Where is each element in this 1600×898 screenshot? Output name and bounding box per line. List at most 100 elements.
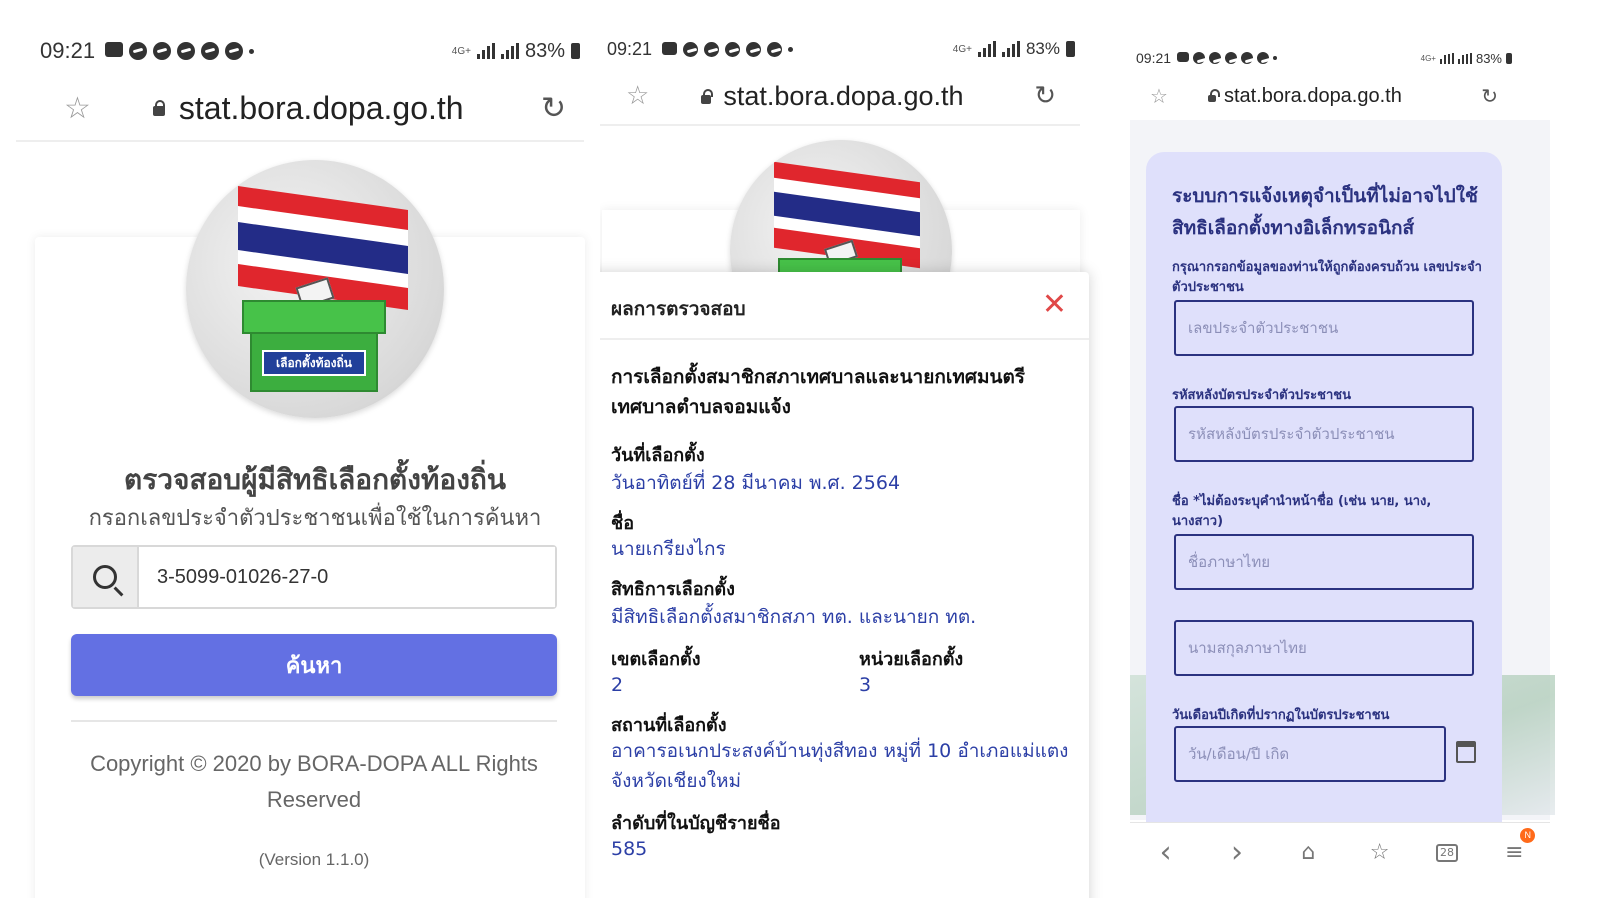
id-label: กรุณากรอกข้อมูลของท่านให้ถูกต้องครบถ้วน … <box>1172 260 1482 295</box>
messenger-icon <box>1209 52 1222 64</box>
version-text: (Version 1.1.0) <box>258 850 370 869</box>
battery-percent: 83% <box>524 39 565 62</box>
more-notifications-dot <box>249 48 255 54</box>
messenger-icon <box>201 42 220 60</box>
district-value: 2 <box>611 674 624 696</box>
polling-place-value: อาคารอเนกประสงค์บ้านทุ่งสีทอง หมู่ที่ 10… <box>611 740 1069 792</box>
laser-code-input[interactable] <box>1174 406 1474 462</box>
id-number-input[interactable] <box>139 547 555 607</box>
tabs-icon[interactable]: 28 <box>1435 843 1458 862</box>
address-bar[interactable]: ☆ stat.bora.dopa.go.th ↻ <box>64 84 566 132</box>
network-type: 4G+ <box>952 43 972 55</box>
address-bar[interactable]: ☆ stat.bora.dopa.go.th ↻ <box>626 74 1056 118</box>
messenger-icon <box>725 41 741 57</box>
search-button[interactable]: ค้นหา <box>71 634 557 696</box>
search-icon <box>93 565 117 589</box>
more-notifications-dot <box>788 46 794 52</box>
election-logo: เลือกตั้งท้องถิ่น <box>186 160 444 418</box>
home-icon[interactable]: ⌂ <box>1293 840 1323 865</box>
voting-right-value: มีสิทธิเลือกตั้งสมาชิกสภา ทต. และนายก ทต… <box>611 606 977 628</box>
page-subtitle: กรอกเลขประจำตัวประชาชนเพื่อใช้ในการค้นหา <box>88 506 542 531</box>
search-field[interactable] <box>71 545 557 609</box>
line-icon <box>225 42 244 60</box>
unit-value: 3 <box>859 674 872 696</box>
search-addon <box>73 547 139 607</box>
messenger-icon <box>746 41 762 57</box>
forward-icon[interactable]: › <box>1222 835 1252 870</box>
bookmarks-icon[interactable]: ☆ <box>1365 840 1395 865</box>
address-divider <box>16 140 584 142</box>
back-icon[interactable]: ‹ <box>1151 835 1181 870</box>
signal-icon <box>1001 41 1020 57</box>
address-divider <box>600 124 1080 126</box>
lock-icon <box>701 88 714 104</box>
notification-badge: N <box>1520 828 1536 843</box>
url-text[interactable]: stat.bora.dopa.go.th <box>723 81 963 112</box>
district-label: เขตเลือกตั้ง <box>611 649 701 670</box>
screen-search: 09:21 4G+ 83% ☆ stat.bora.dopa.go.th ↻ เ… <box>0 0 600 898</box>
election-name: การเลือกตั้งสมาชิกสภาเทศบาลและนายกเทศมนต… <box>611 366 1026 418</box>
signal-icon <box>476 43 495 59</box>
result-modal: ผลการตรวจสอบ ✕ การเลือกตั้งสมาชิกสภาเทศบ… <box>600 272 1089 898</box>
polling-place-label: สถานที่เลือกตั้ง <box>611 715 727 736</box>
notification-icons <box>105 42 255 60</box>
network-status: 4G+ 83% <box>452 40 580 63</box>
ballot-box-lid <box>242 300 386 334</box>
messenger-icon <box>1225 52 1238 64</box>
url-text[interactable]: stat.bora.dopa.go.th <box>179 90 464 127</box>
battery-icon <box>1066 41 1075 57</box>
calendar-icon[interactable] <box>1456 741 1476 763</box>
status-time: 09:21 <box>1136 50 1172 66</box>
modal-header: ผลการตรวจสอบ ✕ <box>600 272 1089 340</box>
election-date-label: วันที่เลือกตั้ง <box>611 445 705 466</box>
menu-icon[interactable]: ≡ N <box>1499 828 1536 865</box>
messenger-icon <box>129 42 148 60</box>
voting-right-label: สิทธิการเลือกตั้ง <box>611 579 735 600</box>
list-order-value: 585 <box>611 838 648 860</box>
lastname-input[interactable] <box>1174 620 1474 676</box>
list-order-label: ลำดับที่ในบัญชีรายชื่อ <box>611 813 781 834</box>
laser-code-label: รหัสหลังบัตรประจำตัวประชาชน <box>1172 388 1351 403</box>
bookmark-star-icon[interactable]: ☆ <box>626 81 649 111</box>
lock-icon <box>152 100 165 116</box>
status-bar: 09:21 4G+ 83% <box>1136 48 1512 68</box>
signal-icon <box>1457 52 1472 64</box>
name-label: ชื่อ *ไม่ต้องระบุคำนำหน้าชื่อ (เช่น นาย,… <box>1172 494 1432 529</box>
status-bar: 09:21 4G+ 83% <box>40 36 580 66</box>
screen-notify-form: 09:21 4G+ 83% ☆ stat.bora.dopa.go.th ↻ ร… <box>1130 0 1600 898</box>
ballot-box-label: เลือกตั้งท้องถิ่น <box>262 350 366 376</box>
network-status: 4G+ 83% <box>953 39 1075 59</box>
messenger-icon <box>704 41 720 57</box>
firstname-input[interactable] <box>1174 534 1474 590</box>
network-type: 4G+ <box>451 45 471 57</box>
battery-icon <box>571 43 580 59</box>
close-icon[interactable]: ✕ <box>1042 290 1067 320</box>
screen-result: 09:21 4G+ 83% ☆ stat.bora.dopa.go.th ↻ ผ… <box>600 0 1130 898</box>
id-number-input[interactable] <box>1174 300 1474 356</box>
messenger-icon <box>177 42 196 60</box>
reload-icon[interactable]: ↻ <box>1034 81 1056 111</box>
dob-label: วันเดือนปีเกิดที่ปรากฏในบัตรประชาชน <box>1172 708 1390 723</box>
messenger-icon <box>1193 52 1206 64</box>
bookmark-star-icon[interactable]: ☆ <box>1150 84 1168 108</box>
reload-icon[interactable]: ↻ <box>1481 84 1498 108</box>
signal-icon <box>977 41 996 57</box>
address-bar[interactable]: ☆ stat.bora.dopa.go.th ↻ <box>1150 80 1498 112</box>
form-title: ระบบการแจ้งเหตุจำเป็นที่ไม่อาจไปใช้สิทธิ… <box>1172 185 1478 239</box>
modal-title: ผลการตรวจสอบ <box>611 298 746 320</box>
menu-icon-glyph: ≡ <box>1505 840 1524 865</box>
message-icon <box>1177 52 1190 62</box>
network-type: 4G+ <box>1420 53 1436 63</box>
battery-percent: 83% <box>1475 50 1502 66</box>
url-text[interactable]: stat.bora.dopa.go.th <box>1224 85 1402 108</box>
footer-divider <box>71 720 557 722</box>
lock-icon <box>1207 89 1220 102</box>
dob-input[interactable] <box>1174 726 1446 782</box>
messenger-icon <box>1241 52 1254 64</box>
bookmark-star-icon[interactable]: ☆ <box>64 91 91 126</box>
status-bar: 09:21 4G+ 83% <box>607 36 1075 62</box>
message-icon <box>105 42 124 57</box>
browser-nav-bar: ‹ › ⌂ ☆ 28 ≡ N <box>1130 822 1550 882</box>
notification-icons <box>662 41 794 57</box>
reload-icon[interactable]: ↻ <box>541 91 566 126</box>
